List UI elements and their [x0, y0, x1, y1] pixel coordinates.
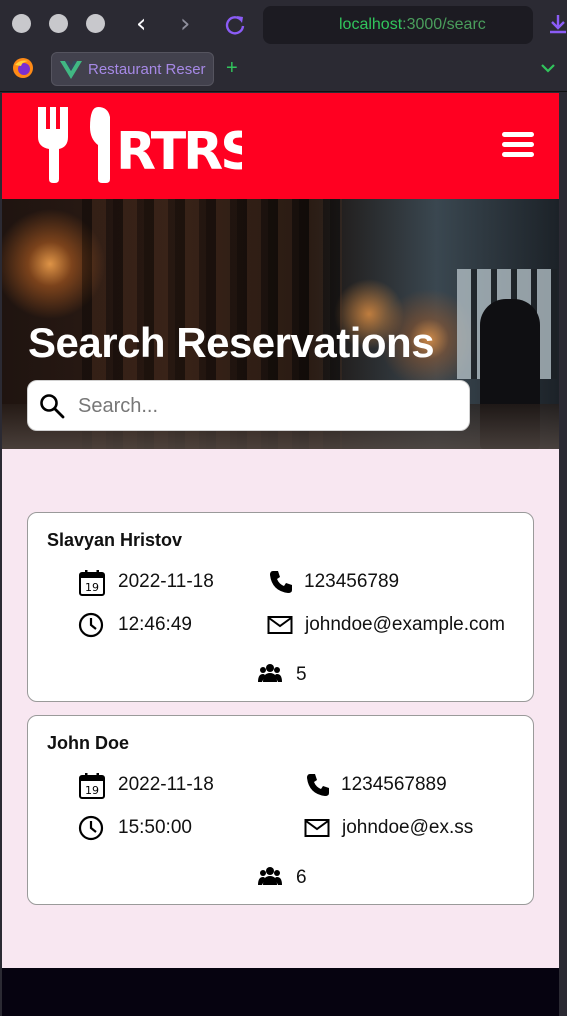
- hamburger-menu-icon[interactable]: [502, 132, 534, 158]
- page-title: Search Reservations: [28, 319, 435, 366]
- date-text: 2022-11-18: [118, 774, 214, 795]
- reservation-card[interactable]: John Doe 19 2022-11-18 1234567889 15:50:…: [27, 715, 534, 905]
- scrollbar-track[interactable]: [559, 93, 567, 1016]
- forward-icon[interactable]: ›: [180, 9, 190, 39]
- date-text: 2022-11-18: [118, 571, 214, 592]
- time-text: 12:46:49: [118, 614, 192, 635]
- calendar-day: 19: [85, 581, 99, 594]
- site-header: RTRS: [2, 93, 559, 199]
- tab-restaurant-reservations[interactable]: Restaurant Reser: [51, 52, 214, 86]
- window-minimize-button[interactable]: [49, 14, 68, 33]
- url-path: :3000/searc: [402, 16, 486, 33]
- search-input[interactable]: [78, 389, 458, 423]
- vue-logo-icon: [60, 61, 82, 79]
- phone-text: 123456789: [304, 571, 400, 592]
- clock-icon: [78, 815, 104, 841]
- hero-banner: Search Reservations: [2, 199, 559, 449]
- time-text: 15:50:00: [118, 817, 192, 838]
- reload-icon[interactable]: [224, 14, 246, 36]
- tab-strip: Restaurant Reser +: [0, 48, 567, 92]
- window-close-button[interactable]: [12, 14, 31, 33]
- chevron-down-icon[interactable]: [540, 62, 556, 74]
- window-maximize-button[interactable]: [86, 14, 105, 33]
- clock-icon: [78, 612, 104, 638]
- url-host: localhost: [339, 16, 403, 33]
- group-icon: [258, 664, 282, 682]
- search-icon: [40, 394, 65, 419]
- page-viewport: RTRS Search Reservations Slavyan Hristov: [2, 93, 559, 1016]
- group-icon: [258, 867, 282, 885]
- reservation-card[interactable]: Slavyan Hristov 19 2022-11-18 123456789 …: [27, 512, 534, 702]
- new-tab-button[interactable]: +: [226, 58, 238, 78]
- download-icon[interactable]: [548, 12, 567, 36]
- phone-icon: [270, 571, 292, 593]
- back-icon[interactable]: ‹: [136, 9, 146, 39]
- calendar-day: 19: [85, 784, 99, 797]
- calendar-icon: 19: [79, 570, 105, 596]
- email-text: johndoe@example.com: [305, 614, 505, 635]
- logo-text: RTRS: [116, 122, 242, 182]
- phone-text: 1234567889: [341, 774, 447, 795]
- guest-name: Slavyan Hristov: [47, 530, 183, 550]
- address-bar[interactable]: localhost:3000/searc: [263, 6, 533, 44]
- calendar-icon: 19: [79, 773, 105, 799]
- firefox-icon[interactable]: [12, 57, 34, 79]
- email-text: johndoe@ex.ss: [342, 817, 474, 838]
- browser-toolbar: ‹ › localhost:3000/searc: [0, 0, 567, 48]
- rtrs-logo[interactable]: RTRS: [36, 105, 242, 183]
- guest-name: John Doe: [47, 733, 130, 753]
- mail-icon: [304, 819, 330, 837]
- url-text: localhost:3000/searc: [339, 16, 486, 34]
- search-box[interactable]: [27, 380, 470, 431]
- site-footer: [2, 968, 559, 1016]
- guests-text: 6: [296, 867, 307, 888]
- phone-icon: [307, 774, 329, 796]
- guests-text: 5: [296, 664, 307, 685]
- mail-icon: [267, 616, 293, 634]
- tab-title: Restaurant Reser: [88, 61, 206, 78]
